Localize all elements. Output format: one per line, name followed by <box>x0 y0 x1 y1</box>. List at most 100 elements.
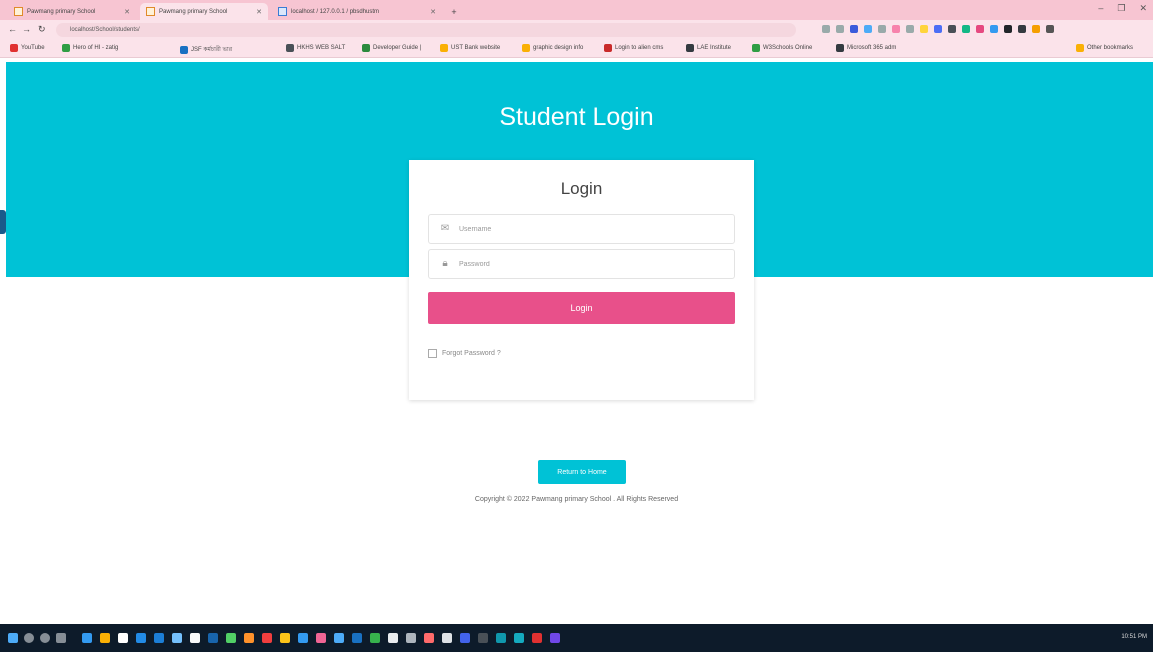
bookmark-item[interactable]: graphic design info <box>522 44 583 52</box>
envelope-icon: ✉ <box>440 223 450 234</box>
reload-icon[interactable]: ↻ <box>38 24 46 35</box>
start-icon[interactable] <box>8 633 18 643</box>
new-tab-button[interactable]: + <box>446 3 462 20</box>
app-icon[interactable] <box>298 633 308 643</box>
extension-icons <box>822 25 1054 33</box>
extension-icon[interactable] <box>920 25 928 33</box>
extension-icon[interactable] <box>906 25 914 33</box>
bookmark-icon <box>62 44 70 52</box>
minimize-icon[interactable]: – <box>1098 3 1103 14</box>
app-icon[interactable] <box>316 633 326 643</box>
bookmark-item[interactable]: LAE Institute <box>686 44 731 52</box>
youtube-icon <box>10 44 18 52</box>
copyright-text: Copyright © 2022 Pawmang primary School … <box>474 496 679 503</box>
lock-icon: 🔒︎ <box>442 258 448 269</box>
bookmark-item[interactable]: Other bookmarks <box>1076 44 1133 52</box>
login-card: Login ✉ 🔒︎ Login Forgot Password ? <box>409 160 754 400</box>
profile-icon[interactable] <box>1032 25 1040 33</box>
extension-icon[interactable] <box>1018 25 1026 33</box>
task-view-icon[interactable] <box>56 633 66 643</box>
forward-icon[interactable]: → <box>22 24 31 34</box>
address-bar[interactable]: localhost/School/students/ <box>56 23 796 37</box>
browser-tab-3[interactable]: localhost / 127.0.0.1 / pbsdhustm ✕ <box>272 3 442 20</box>
system-clock[interactable]: 10:51 PM <box>1121 634 1147 640</box>
forgot-password[interactable]: Forgot Password ? <box>428 349 501 358</box>
checkbox[interactable] <box>428 349 437 358</box>
bookmark-item[interactable]: JSF কর্মচারী ভার <box>180 44 232 55</box>
extension-icon[interactable] <box>892 25 900 33</box>
browser-tab-1[interactable]: Pawmang primary School ✕ <box>8 3 136 20</box>
username-input[interactable] <box>459 225 709 233</box>
cortana-icon[interactable] <box>40 633 50 643</box>
close-icon[interactable]: ✕ <box>256 8 262 16</box>
extension-icon[interactable] <box>934 25 942 33</box>
bookmark-item[interactable]: HKHS WEB SALT <box>286 44 345 52</box>
extension-icon[interactable] <box>850 25 858 33</box>
side-handle <box>0 210 6 234</box>
windows-taskbar: 10:51 PM <box>0 624 1153 652</box>
browser-toolbar: ← → ↻ localhost/School/students/ <box>0 20 1153 40</box>
maximize-icon[interactable]: ❐ <box>1117 3 1125 14</box>
app-icon[interactable] <box>352 633 362 643</box>
extension-icon[interactable] <box>822 25 830 33</box>
app-icon[interactable] <box>496 633 506 643</box>
back-icon[interactable]: ← <box>8 24 17 34</box>
app-icon[interactable] <box>82 633 92 643</box>
menu-icon[interactable] <box>1046 25 1054 33</box>
extension-icon[interactable] <box>962 25 970 33</box>
browser-tab-2[interactable]: Pawmang primary School ✕ <box>140 3 268 20</box>
app-icon[interactable] <box>460 633 470 643</box>
app-icon[interactable] <box>334 633 344 643</box>
app-icon[interactable] <box>172 633 182 643</box>
bookmark-item[interactable]: Hero of HI - zatig <box>62 44 118 52</box>
extension-icon[interactable] <box>836 25 844 33</box>
forgot-password-label: Forgot Password ? <box>442 350 501 357</box>
bookmark-icon <box>180 45 188 54</box>
login-button[interactable]: Login <box>428 292 735 324</box>
file-explorer-icon[interactable] <box>100 633 110 643</box>
app-icon[interactable] <box>478 633 488 643</box>
bookmark-item[interactable]: YouTube <box>10 44 45 52</box>
extension-icon[interactable] <box>878 25 886 33</box>
close-icon[interactable]: ✕ <box>430 8 436 16</box>
app-icon[interactable] <box>550 633 560 643</box>
app-icon[interactable] <box>406 633 416 643</box>
extension-icon[interactable] <box>990 25 998 33</box>
app-icon[interactable] <box>190 633 200 643</box>
app-icon[interactable] <box>442 633 452 643</box>
page-title: Student Login <box>499 103 654 131</box>
app-icon[interactable] <box>388 633 398 643</box>
bookmark-item[interactable]: UST Bank website <box>440 44 500 52</box>
tab-label: Pawmang primary School <box>27 8 96 15</box>
extension-icon[interactable] <box>976 25 984 33</box>
bookmark-icon <box>752 44 760 52</box>
search-icon[interactable] <box>24 633 34 643</box>
app-icon[interactable] <box>532 633 542 643</box>
username-field: ✉ <box>428 214 735 244</box>
password-input[interactable] <box>459 260 709 268</box>
app-icon[interactable] <box>424 633 434 643</box>
favicon-icon <box>14 7 23 16</box>
app-icon[interactable] <box>280 633 290 643</box>
app-icon[interactable] <box>244 633 254 643</box>
app-icon[interactable] <box>262 633 272 643</box>
extension-icon[interactable] <box>1004 25 1012 33</box>
close-icon[interactable]: ✕ <box>124 8 130 16</box>
extension-icon[interactable] <box>864 25 872 33</box>
bookmark-item[interactable]: W3Schools Online <box>752 44 812 52</box>
app-icon[interactable] <box>118 633 128 643</box>
bookmark-item[interactable]: Login to alien cms <box>604 44 663 52</box>
app-icon[interactable] <box>154 633 164 643</box>
app-icon[interactable] <box>136 633 146 643</box>
extension-icon[interactable] <box>948 25 956 33</box>
close-window-icon[interactable]: ✕ <box>1139 3 1147 14</box>
app-icon[interactable] <box>208 633 218 643</box>
bookmark-item[interactable]: Developer Guide | <box>362 44 421 52</box>
app-icon[interactable] <box>514 633 524 643</box>
bookmark-item[interactable]: Microsoft 365 adm <box>836 44 896 52</box>
return-home-button[interactable]: Return to Home <box>538 460 626 484</box>
browser-tab-bar: Pawmang primary School ✕ Pawmang primary… <box>0 0 1153 20</box>
app-icon[interactable] <box>370 633 380 643</box>
folder-icon <box>440 44 448 52</box>
app-icon[interactable] <box>226 633 236 643</box>
